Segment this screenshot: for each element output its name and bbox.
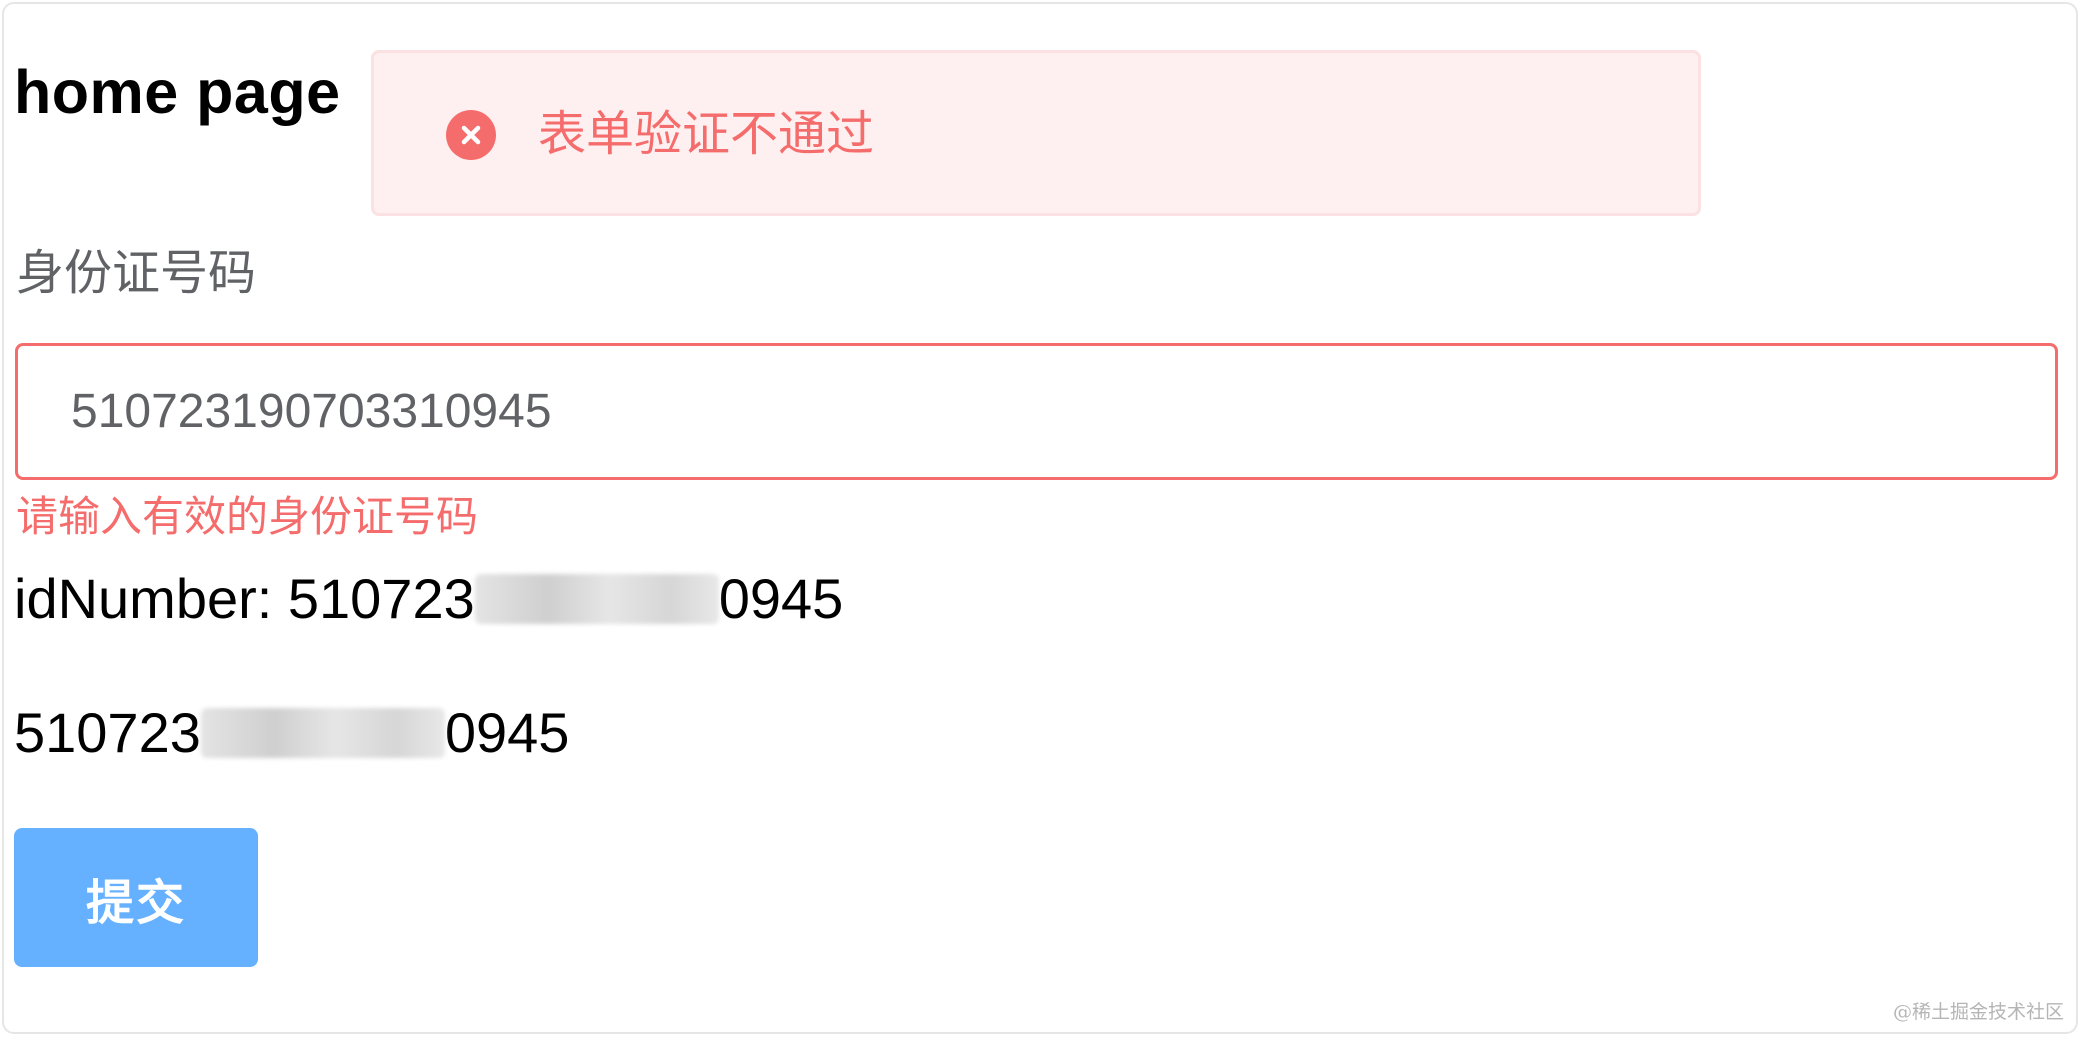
validation-error-message: 请输入有效的身份证号码 xyxy=(16,493,479,540)
id-number-raw-suffix: 0945 xyxy=(444,701,570,764)
submit-button[interactable]: 提交 xyxy=(14,828,258,967)
redaction-blur xyxy=(474,574,719,624)
page-frame: home page 表单验证不通过 身份证号码 请输入有效的身份证号码 idNu… xyxy=(2,2,2078,1034)
toast-message: 表单验证不通过 xyxy=(538,108,875,161)
error-circle-icon xyxy=(446,110,496,160)
error-toast: 表单验证不通过 xyxy=(371,50,1701,216)
id-number-display: idNumber: 510723 0945 xyxy=(14,566,843,632)
id-number-display-suffix: 0945 xyxy=(718,567,844,630)
page-title: home page xyxy=(14,58,341,126)
id-number-raw-prefix: 510723 xyxy=(14,701,201,764)
id-number-display-prefix: idNumber: 510723 xyxy=(14,567,475,630)
redaction-blur xyxy=(200,708,445,758)
id-number-label: 身份证号码 xyxy=(16,247,257,300)
id-number-raw-display: 510723 0945 xyxy=(14,700,569,766)
watermark: @稀土掘金技术社区 xyxy=(1892,1001,2064,1023)
id-number-input[interactable] xyxy=(15,343,2058,480)
